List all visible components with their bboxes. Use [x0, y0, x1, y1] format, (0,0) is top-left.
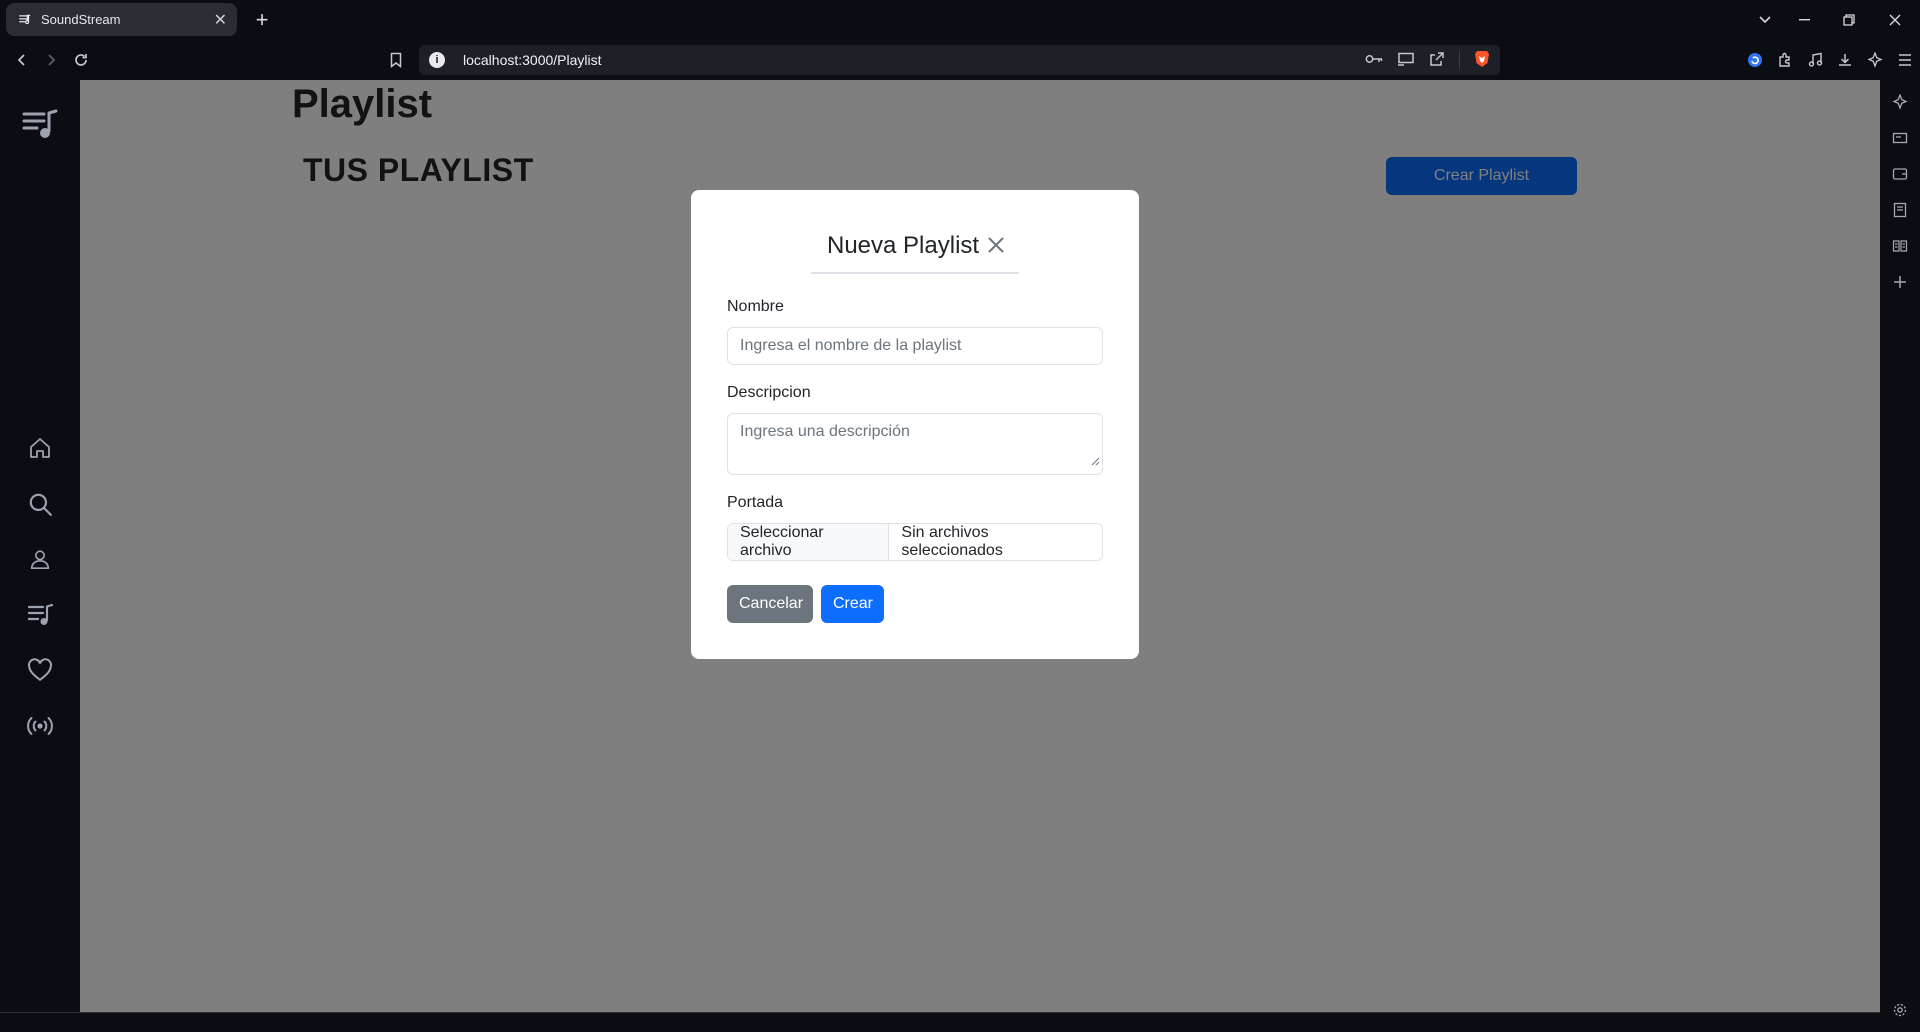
minimize-button[interactable]	[1783, 0, 1827, 40]
music-icon[interactable]	[1800, 45, 1830, 75]
close-icon[interactable]	[983, 230, 1009, 260]
leo-sidebar-icon[interactable]	[1890, 92, 1910, 112]
modal-title: Nueva Playlist	[827, 232, 980, 259]
wallet-icon[interactable]	[1890, 164, 1910, 184]
bookmarks-icon[interactable]	[1890, 200, 1910, 220]
file-select-button[interactable]: Seleccionar archivo	[728, 524, 890, 560]
browser-toolbar: i localhost:3000/Playlist	[0, 40, 1920, 80]
back-icon[interactable]	[8, 46, 36, 74]
leo-ai-icon[interactable]	[1860, 45, 1890, 75]
add-panel-icon[interactable]	[1890, 272, 1910, 292]
broadcast-icon[interactable]	[24, 710, 56, 742]
bookmark-icon[interactable]	[382, 46, 410, 74]
reload-icon[interactable]	[67, 46, 95, 74]
modal-header: Nueva Playlist	[811, 230, 1019, 274]
leo-vpn-icon[interactable]	[1740, 45, 1770, 75]
puzzle-icon[interactable]	[1770, 45, 1800, 75]
browser-status-bar	[0, 1012, 1880, 1032]
cancel-button[interactable]: Cancelar	[727, 585, 813, 623]
browser-tab[interactable]: SoundStream ✕	[6, 3, 237, 36]
resize-handle-icon[interactable]	[1091, 452, 1100, 472]
close-window-button[interactable]	[1873, 0, 1917, 40]
nombre-input[interactable]: Ingresa el nombre de la playlist	[727, 327, 1103, 365]
brave-shields-icon[interactable]	[1474, 50, 1490, 71]
password-key-icon[interactable]	[1365, 52, 1383, 68]
url-text: localhost:3000/Playlist	[463, 52, 602, 68]
web-viewport: Playlist TUS PLAYLIST Crear Playlist Nue…	[0, 80, 1880, 1012]
cast-icon[interactable]	[1397, 52, 1415, 69]
user-icon[interactable]	[24, 543, 56, 575]
portada-file-input[interactable]: Seleccionar archivo Sin archivos selecci…	[727, 523, 1103, 561]
sidebar-settings-icon[interactable]	[1890, 1000, 1910, 1020]
news-icon[interactable]	[1890, 128, 1910, 148]
descripcion-placeholder: Ingresa una descripción	[740, 423, 910, 440]
reading-list-icon[interactable]	[1890, 236, 1910, 256]
share-icon[interactable]	[1429, 51, 1445, 70]
nueva-playlist-modal: Nueva Playlist Nombre Ingresa el nombre …	[691, 190, 1139, 659]
address-bar[interactable]: i localhost:3000/Playlist	[419, 45, 1500, 75]
home-icon[interactable]	[24, 432, 56, 464]
create-button[interactable]: Crear	[821, 585, 884, 623]
app-sidebar	[0, 80, 80, 1012]
download-icon[interactable]	[1830, 45, 1860, 75]
toolbar-right	[1740, 40, 1920, 80]
nombre-label: Nombre	[727, 298, 784, 315]
tab-strip: SoundStream ✕ +	[0, 0, 1920, 40]
portada-label: Portada	[727, 494, 784, 511]
tab-title: SoundStream	[41, 12, 121, 27]
tab-search-icon[interactable]	[1743, 0, 1787, 40]
tab-close-icon[interactable]: ✕	[214, 10, 227, 30]
menu-icon[interactable]	[1890, 45, 1920, 75]
restore-button[interactable]	[1827, 0, 1871, 40]
browser-sidebar	[1880, 80, 1920, 1032]
descripcion-textarea[interactable]: Ingresa una descripción	[727, 413, 1103, 475]
app-logo-icon[interactable]	[22, 108, 58, 147]
file-status: Sin archivos seleccionados	[901, 524, 1003, 559]
heart-icon[interactable]	[24, 654, 56, 686]
new-tab-button[interactable]: +	[248, 6, 276, 34]
playlist-icon[interactable]	[24, 599, 56, 631]
search-icon[interactable]	[24, 488, 56, 520]
favicon-icon	[18, 13, 32, 27]
descripcion-label: Descripcion	[727, 384, 811, 401]
site-info-icon[interactable]: i	[429, 52, 445, 68]
forward-icon[interactable]	[37, 46, 65, 74]
